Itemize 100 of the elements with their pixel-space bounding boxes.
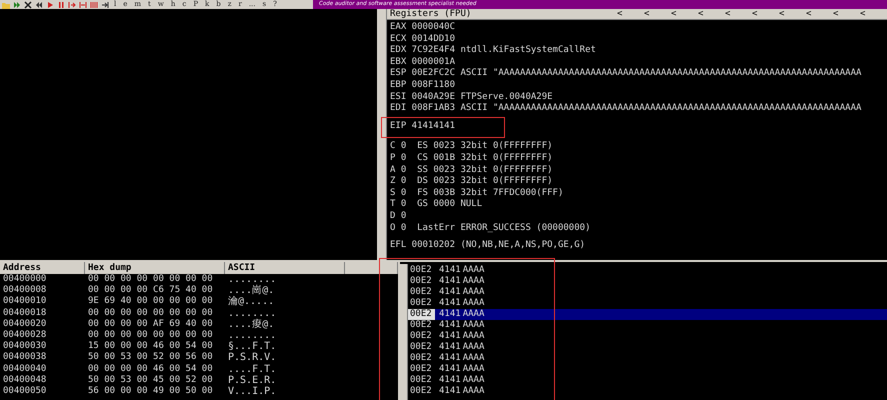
ascii-cell-text: P.S.E.R. — [227, 374, 278, 386]
address-cell-text: 00400050 — [2, 386, 48, 398]
register-line: ESP 00E2FC2C ASCII "AAAAAAAAAAAAAAAAAAAAAAAAAAAAAAAAAAAAAAAAAAAAAAAAAAAAAAAAAAAAAAAAAAA — [389, 68, 862, 80]
ascii-cell-text: ....崗@. — [227, 285, 276, 296]
hex-cell-text: 00 00 00 00 00 00 00 00 — [87, 274, 214, 285]
stack-row[interactable]: 00E2 4141 AAAA — [408, 342, 887, 353]
address-cell-text: 00400018 — [2, 308, 48, 319]
stack-address: 00E2 — [409, 276, 433, 287]
register-line: EDX 7C92E4F4 ntdll.KiFastSystemCallRet — [389, 45, 596, 57]
scroll-left-button[interactable]: < — [806, 8, 833, 20]
stack-ascii: AAAA — [462, 386, 484, 397]
column-header[interactable]: Hex dump — [85, 262, 225, 274]
stack-address: 00E2 — [409, 320, 433, 331]
scrollbar[interactable] — [400, 264, 408, 400]
stack-value: 4141 — [438, 375, 461, 386]
stack-address: 00E2 — [408, 309, 435, 320]
column-header[interactable]: ASCII — [225, 262, 345, 274]
address-cell-text: 00400000 — [2, 274, 48, 285]
stack-ascii: AAAA — [462, 298, 484, 309]
stack-ascii: AAAA — [462, 342, 484, 353]
stack-ascii: AAAA — [462, 375, 484, 386]
stack-address: 00E2 — [409, 287, 433, 298]
stack-value: 4141 — [438, 364, 461, 375]
scroll-left-button[interactable]: < — [752, 8, 779, 20]
register-line: Z 0 DS 0023 32bit 0(FFFFFFFF) — [389, 176, 553, 188]
stack-ascii: AAAA — [462, 353, 484, 364]
stack-value: 4141 — [438, 386, 461, 397]
scroll-left-button[interactable]: < — [644, 8, 671, 20]
stack-value: 4141 — [438, 309, 461, 320]
scroll-left-button[interactable]: < — [833, 8, 860, 20]
scroll-left-button[interactable]: < — [779, 8, 806, 20]
ascii-cell-text: ........ — [227, 308, 278, 319]
stack-row[interactable]: 00E2 4141 AAAA — [408, 276, 887, 287]
hex-cell-text: 9E 69 40 00 00 00 00 00 — [87, 296, 214, 308]
scroll-left-button[interactable]: < — [671, 8, 698, 20]
ascii-cell-text: ....痠@. — [227, 318, 276, 330]
register-line: EBX 0000001A — [389, 56, 456, 68]
stack-row[interactable]: 00E2 4141 AAAA — [408, 287, 887, 298]
register-line: EAX 0000040C — [389, 22, 456, 34]
scroll-left-button[interactable]: < — [698, 8, 725, 20]
register-line: S 0 FS 003B 32bit 7FFDC000(FFF) — [389, 188, 564, 199]
stack-value: 4141 — [438, 353, 461, 364]
stack-value: 4141 — [438, 265, 461, 276]
hex-cell-text: 00 00 00 00 C6 75 40 00 — [87, 285, 214, 296]
stack-ascii: AAAA — [462, 320, 484, 331]
stack-row[interactable]: 00E2 4141 AAAA — [408, 309, 887, 320]
stack-ascii: AAAA — [462, 364, 484, 375]
address-cell-text: 00400048 — [2, 374, 48, 386]
ascii-cell-text: §...F.T. — [227, 341, 278, 352]
stack-row[interactable]: 00E2 4141 AAAA — [408, 265, 887, 276]
step-into-icon[interactable] — [68, 0, 76, 8]
stack-ascii: AAAA — [462, 276, 484, 287]
hex-cell-text: 56 00 00 00 49 00 50 00 — [87, 386, 214, 398]
step-over-icon[interactable] — [79, 0, 87, 8]
stack-row[interactable]: 00E2 4141 AAAA — [408, 331, 887, 342]
hex-cell-text: 50 00 53 00 52 00 56 00 — [87, 352, 214, 364]
stack-row[interactable]: 00E2 4141 AAAA — [408, 375, 887, 386]
pause-icon[interactable] — [57, 0, 65, 8]
stack-address: 00E2 — [409, 342, 433, 353]
stack-value: 4141 — [438, 276, 461, 287]
stack-row[interactable]: 00E2 4141 AAAA — [408, 386, 887, 397]
scrollbar[interactable] — [379, 9, 387, 260]
register-line: P 0 CS 001B 32bit 0(FFFFFFFF) — [389, 152, 553, 165]
stack-ascii: AAAA — [462, 309, 484, 320]
hex-cell-text: 15 00 00 00 46 00 54 00 — [87, 341, 214, 352]
ascii-cell-text: ........ — [227, 330, 278, 342]
address-cell-text: 00400028 — [2, 330, 48, 341]
stack-address: 00E2 — [409, 331, 433, 342]
register-line: EFL 00010202 (NO,NB,NE,A,NS,PO,GE,G) — [389, 240, 586, 252]
stack-row[interactable]: 00E2 4141 AAAA — [408, 353, 887, 364]
stack-value: 4141 — [438, 320, 461, 331]
scroll-left-button[interactable]: < — [725, 8, 752, 20]
ascii-cell-text: V...I.P. — [227, 386, 278, 398]
close-icon[interactable] — [24, 0, 32, 8]
stack-address: 00E2 — [409, 364, 433, 375]
stack-row[interactable]: 00E2 4141 AAAA — [408, 320, 887, 331]
register-line: EIP 41414141 — [389, 120, 456, 132]
hex-cell-text: 00 00 00 00 46 00 54 00 — [87, 364, 214, 375]
register-line: T 0 GS 0000 NULL — [389, 199, 482, 211]
column-header[interactable]: Address — [0, 262, 85, 274]
stack-value: 4141 — [438, 342, 461, 353]
stack-row[interactable]: 00E2 4141 AAAA — [408, 298, 887, 309]
stack-value: 4141 — [438, 298, 461, 309]
register-line: O 0 LastErr ERROR_SUCCESS (00000000) — [389, 222, 590, 234]
address-cell-text: 00400010 — [2, 296, 48, 308]
ascii-cell-text: ....F.T. — [227, 364, 278, 375]
ascii-cell-text: ........ — [227, 274, 278, 285]
stack-address: 00E2 — [409, 386, 433, 397]
hex-cell-text: 00 00 00 00 00 00 00 00 — [87, 330, 214, 341]
run-to-icon[interactable] — [101, 0, 109, 8]
register-line: ESI 0040A29E FTPServe.0040A29E — [389, 92, 553, 103]
scroll-left-button[interactable]: < — [860, 8, 887, 20]
address-cell-text: 00400008 — [2, 285, 48, 296]
stack-row[interactable]: 00E2 4141 AAAA — [408, 364, 887, 375]
register-line: EBP 008F1180 — [389, 80, 456, 92]
stack-address: 00E2 — [409, 353, 433, 364]
stack-ascii: AAAA — [462, 331, 484, 342]
register-line: A 0 SS 0023 32bit 0(FFFFFFFF) — [389, 164, 553, 176]
hex-cell-text: 50 00 53 00 45 00 52 00 — [87, 374, 214, 386]
scroll-left-button[interactable]: < — [617, 8, 644, 20]
